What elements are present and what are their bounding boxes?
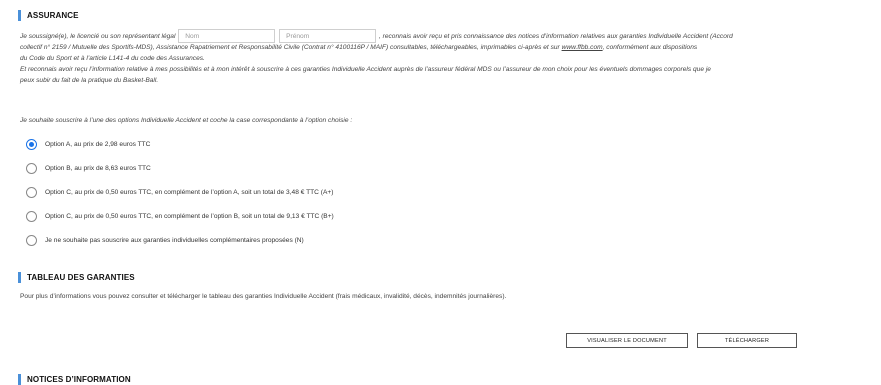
section-title-notices: NOTICES D’INFORMATION: [18, 374, 131, 385]
declaration-line-3: du Code du Sport et à l’article L141-4 d…: [20, 55, 205, 62]
declaration-line-2-text: collectif n° 2159 / Mutuelle des Sportif…: [20, 44, 562, 51]
option-a-label: Option A, au prix de 2,98 euros TTC: [45, 140, 151, 148]
declaration-text-before-name: Je soussigné(e), le licencié ou son repr…: [20, 32, 176, 40]
view-document-button[interactable]: VISUALISER LE DOCUMENT: [566, 333, 688, 348]
declaration-line-2-tail: , conformément aux dispositions: [602, 44, 698, 51]
declaration-text-after-name: , reconnais avoir reçu et pris connaissa…: [378, 32, 733, 40]
option-b-plus-radio-row[interactable]: Option C, au prix de 0,50 euros TTC, en …: [26, 209, 334, 223]
section-title-tableau: TABLEAU DES GARANTIES: [18, 272, 135, 283]
section-title-assurance: ASSURANCE: [18, 10, 79, 21]
insurance-form-page: ASSURANCE Je soussigné(e), le licencié o…: [0, 0, 881, 385]
option-a-plus-radio-row[interactable]: Option C, au prix de 0,50 euros TTC, en …: [26, 185, 333, 199]
option-b-radio[interactable]: [26, 162, 37, 174]
option-b-label: Option B, au prix de 8,63 euros TTC: [45, 164, 151, 172]
prenom-input[interactable]: Prénom: [279, 29, 377, 43]
nom-input[interactable]: Nom: [178, 29, 276, 43]
option-a-plus-label: Option C, au prix de 0,50 euros TTC, en …: [45, 188, 334, 196]
ffbb-link[interactable]: www.ffbb.com: [562, 44, 603, 51]
option-b-plus-label: Option C, au prix de 0,50 euros TTC, en …: [45, 212, 334, 220]
declaration-line-1: Je soussigné(e), le licencié ou son repr…: [20, 29, 733, 43]
declaration-line-4: Et reconnais avoir reçu l’information re…: [20, 66, 711, 73]
option-none-radio-row[interactable]: Je ne souhaite pas souscrire aux garanti…: [26, 233, 304, 247]
option-b-radio-row[interactable]: Option B, au prix de 8,63 euros TTC: [26, 161, 151, 175]
tableau-description: Pour plus d’informations vous pouvez con…: [20, 293, 507, 300]
option-b-plus-radio[interactable]: [26, 210, 37, 222]
declaration-line-5: peux subir du fait de la pratique du Bas…: [20, 77, 159, 84]
declaration-line-2: collectif n° 2159 / Mutuelle des Sportif…: [20, 42, 697, 53]
option-a-radio-row[interactable]: Option A, au prix de 2,98 euros TTC: [26, 137, 150, 151]
option-none-label: Je ne souhaite pas souscrire aux garanti…: [45, 236, 304, 244]
download-button[interactable]: TÉLÉCHARGER: [697, 333, 797, 348]
option-a-radio[interactable]: [26, 138, 37, 150]
choose-option-instruction: Je souhaite souscrire à l’une des option…: [20, 117, 353, 124]
option-a-plus-radio[interactable]: [26, 186, 37, 198]
option-none-radio[interactable]: [26, 234, 37, 246]
